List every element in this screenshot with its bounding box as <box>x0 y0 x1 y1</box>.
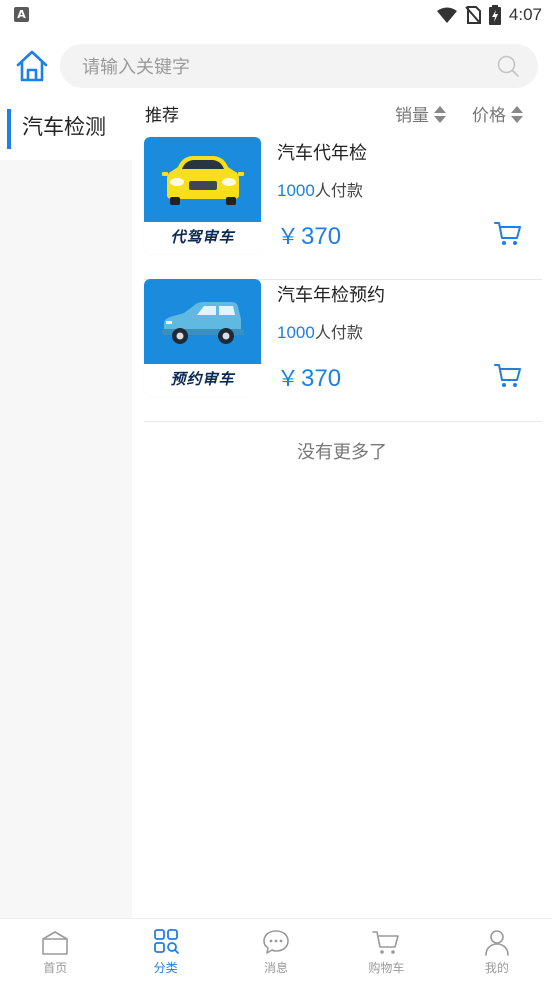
sales-count: 1000 <box>277 181 315 200</box>
sort-arrows-icon <box>511 104 524 124</box>
blue-car-icon <box>162 302 244 344</box>
product-image[interactable]: 代驾审车 <box>144 137 261 254</box>
nav-cart[interactable]: 购物车 <box>331 919 441 982</box>
sidebar-item-car-inspection[interactable]: 汽车检测 <box>0 100 132 160</box>
nav-messages[interactable]: 消息 <box>221 919 331 982</box>
product-card[interactable]: 预约审车 汽车年检预约 1000人付款 ￥370 <box>144 279 542 422</box>
product-price: ￥370 <box>277 361 341 393</box>
currency-symbol: ￥ <box>277 366 300 391</box>
search-icon[interactable] <box>496 54 520 78</box>
product-image-caption: 预约审车 <box>170 370 235 388</box>
product-sales: 1000人付款 <box>277 319 363 343</box>
sales-suffix: 人付款 <box>314 323 363 342</box>
no-sim-icon <box>465 6 481 24</box>
list-end-text: 没有更多了 <box>297 442 387 463</box>
user-icon <box>485 930 509 956</box>
product-title[interactable]: 汽车代年检 <box>277 139 367 165</box>
nav-category-label: 分类 <box>153 961 178 975</box>
price-value: 370 <box>301 223 342 250</box>
cart-icon <box>372 931 400 954</box>
home-button[interactable] <box>14 48 50 84</box>
message-icon <box>263 930 289 954</box>
home-icon <box>42 931 69 955</box>
nav-messages-label: 消息 <box>264 961 289 975</box>
sort-by-sales-label: 销量 <box>395 106 429 126</box>
sales-suffix: 人付款 <box>314 181 363 200</box>
product-card[interactable]: 代驾审车 汽车代年检 1000人付款 ￥370 <box>144 137 542 280</box>
product-price: ￥370 <box>277 219 341 251</box>
add-to-cart-button[interactable] <box>494 363 522 389</box>
active-indicator <box>7 109 11 149</box>
price-value: 370 <box>301 365 342 392</box>
product-title[interactable]: 汽车年检预约 <box>277 281 385 307</box>
sort-by-sales[interactable]: 销量 <box>395 101 447 126</box>
product-image-caption: 代驾审车 <box>170 228 235 246</box>
cart-icon <box>494 222 521 245</box>
category-sidebar: 汽车检测 <box>0 100 132 918</box>
yellow-car-icon <box>162 156 244 205</box>
sort-by-price[interactable]: 价格 <box>472 101 524 126</box>
add-to-cart-button[interactable] <box>494 221 522 247</box>
home-icon <box>16 50 48 82</box>
category-icon <box>153 929 179 954</box>
sort-bar: 推荐 销量 价格 <box>132 96 552 130</box>
wifi-icon <box>436 7 457 23</box>
sidebar-item-label: 汽车检测 <box>22 115 106 139</box>
nav-cart-label: 购物车 <box>368 961 405 975</box>
product-image[interactable]: 预约审车 <box>144 279 261 396</box>
battery-charging-icon <box>488 5 501 25</box>
currency-symbol: ￥ <box>277 224 300 249</box>
nav-profile-label: 我的 <box>484 961 509 975</box>
status-bar: A 4:07 <box>0 0 552 30</box>
header <box>0 42 552 90</box>
status-icons: 4:07 <box>436 4 542 26</box>
nav-category[interactable]: 分类 <box>110 919 220 982</box>
sort-recommended[interactable]: 推荐 <box>145 101 179 126</box>
app-notification-icon: A <box>14 7 29 22</box>
search-input[interactable] <box>80 44 484 90</box>
nav-profile[interactable]: 我的 <box>442 919 552 982</box>
sales-count: 1000 <box>277 323 315 342</box>
nav-home[interactable]: 首页 <box>0 919 110 982</box>
search-bar <box>60 44 538 90</box>
product-sales: 1000人付款 <box>277 177 363 201</box>
bottom-nav: 首页 分类 消息 购物车 我的 <box>0 918 552 982</box>
sort-by-price-label: 价格 <box>472 106 506 126</box>
cart-icon <box>494 364 521 387</box>
nav-home-label: 首页 <box>43 961 68 975</box>
status-time: 4:07 <box>508 5 542 24</box>
sort-arrows-icon <box>434 104 447 124</box>
